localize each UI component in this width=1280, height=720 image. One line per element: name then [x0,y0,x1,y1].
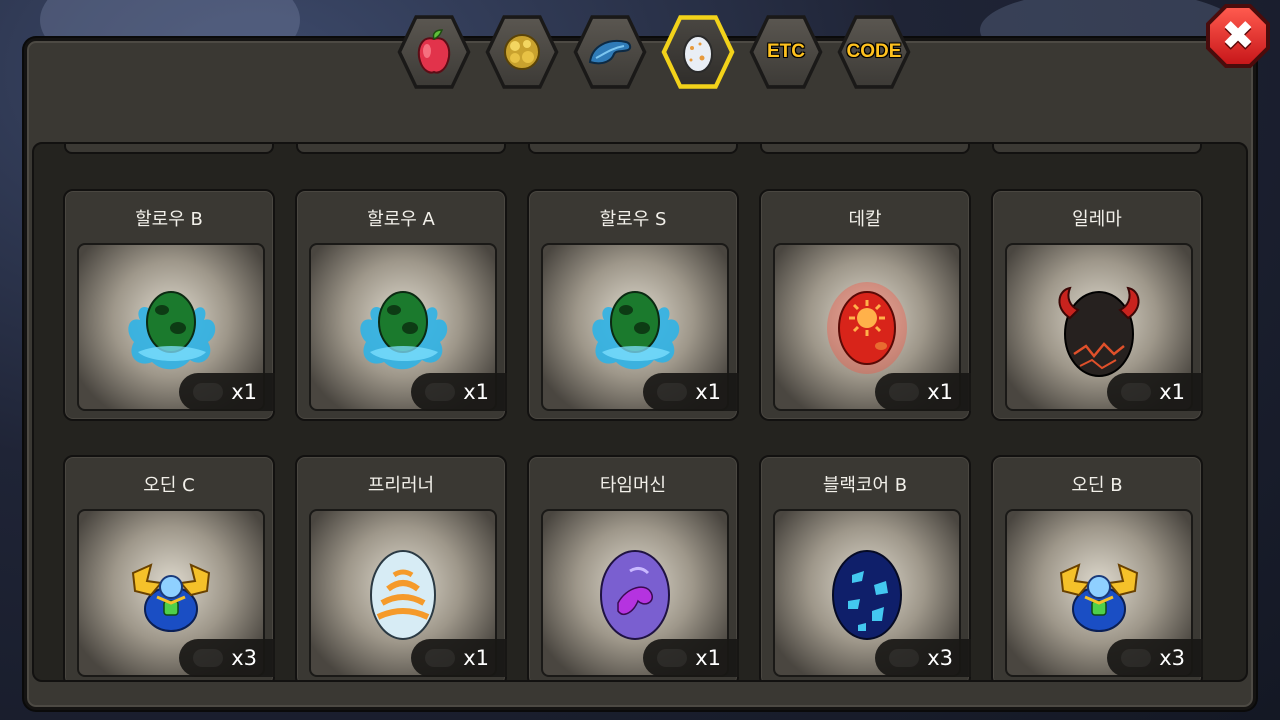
item-card[interactable]: 할로우 A x1 [295,189,507,421]
item-count: x1 [643,639,739,677]
item-name: 타임머신 [599,475,667,496]
gold-ore-icon [504,34,540,70]
item-card[interactable]: 타임머신 x1 [527,455,739,680]
tab-gold[interactable] [484,12,560,92]
close-icon: ✖ [1221,13,1255,59]
hollow-egg-icon [360,291,448,370]
golden-wing-egg-icon [131,563,211,632]
item-count: x3 [1107,639,1203,677]
tab-etc[interactable]: ETC [748,12,824,92]
item-count: x1 [411,639,507,677]
item-count: x1 [875,373,971,411]
tab-code[interactable]: CODE [836,12,912,92]
hollow-egg-icon [592,291,680,370]
item-name: 오딘 B [1071,475,1123,496]
item-card[interactable]: 일레마 x1 [991,189,1203,421]
tab-fruit[interactable] [396,12,472,92]
tab-code-label: CODE [846,41,902,62]
item-name: 일레마 [1072,209,1122,230]
item-count: x1 [643,373,739,411]
item-count: x3 [179,639,275,677]
item-count: x1 [411,373,507,411]
red-sun-egg-icon [827,282,907,374]
blue-spotted-egg-icon [832,550,902,640]
item-card[interactable]: 오딘 C x3 [63,455,275,680]
egg-icon [683,35,713,73]
item-name: 할로우 S [599,209,667,230]
item-card[interactable]: 프리러너 x1 [295,455,507,680]
purple-egg-icon [600,550,670,640]
item-name: 블랙코어 B [822,475,908,496]
item-count: x1 [1107,373,1203,411]
scrolled-row-partial [34,144,1246,154]
item-name: 프리러너 [367,475,435,496]
item-card[interactable]: 블랙코어 B x3 [759,455,971,680]
category-tabs: ETC CODE [396,12,912,92]
striped-egg-icon [370,550,436,640]
tab-egg[interactable] [660,12,736,92]
item-name: 오딘 C [143,475,195,496]
item-name: 할로우 B [135,209,203,230]
hollow-egg-icon [128,291,216,370]
horned-black-egg-icon [1058,286,1140,377]
item-card[interactable]: 오딘 B x3 [991,455,1203,680]
tab-etc-label: ETC [767,41,805,62]
blue-creature-icon [588,40,632,65]
item-name: 할로우 A [367,209,435,230]
item-count: x3 [875,639,971,677]
item-grid[interactable]: 할로우 B x1 할로우 A x1 할로우 S x1 데칼 x1 일레마 x1 … [32,142,1248,682]
item-card[interactable]: 데칼 x1 [759,189,971,421]
item-name: 데칼 [848,209,882,230]
tab-creature[interactable] [572,12,648,92]
item-card[interactable]: 할로우 S x1 [527,189,739,421]
item-count: x1 [179,373,275,411]
close-button[interactable]: ✖ [1206,4,1270,68]
golden-wing-egg-icon [1059,563,1139,632]
red-fruit-icon [417,29,451,74]
item-card[interactable]: 할로우 B x1 [63,189,275,421]
